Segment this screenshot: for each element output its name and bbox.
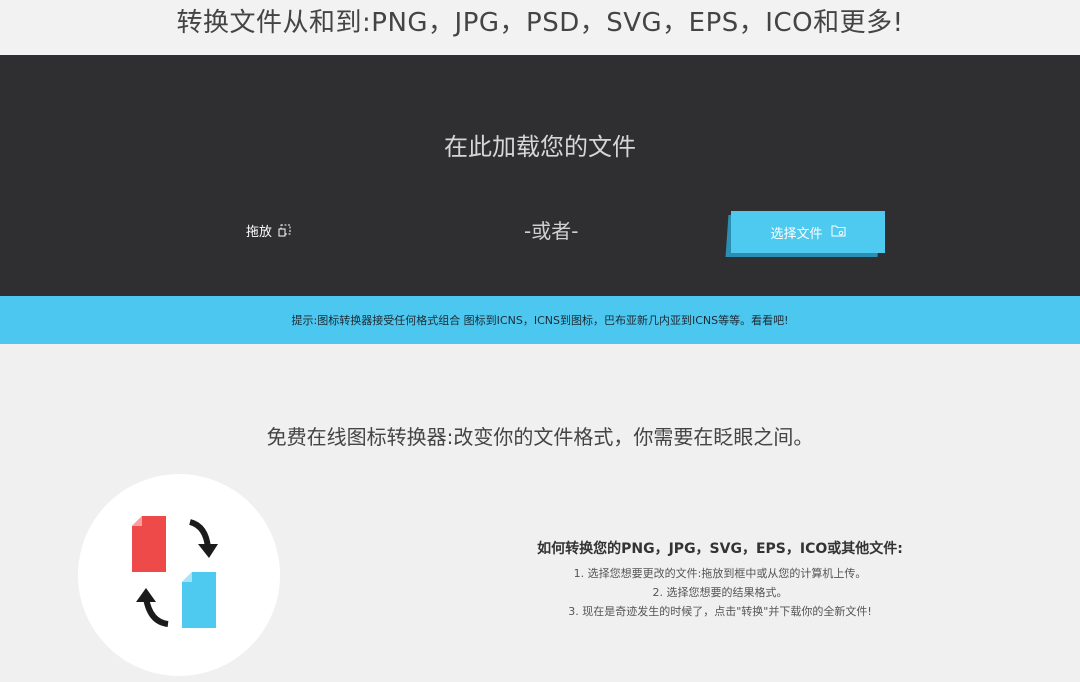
tagline: 免费在线图标转换器:改变你的文件格式，你需要在眨眼之间。 [266,425,814,449]
howto-steps: 1. 选择您想要更改的文件:拖放到框中或从您的计算机上传。 2. 选择您想要的结… [470,564,970,621]
drag-drop-icon [278,224,292,238]
howto-title: 如何转换您的PNG，JPG，SVG，EPS，ICO或其他文件: [537,541,903,557]
or-separator: -或者- [524,219,579,243]
info-section: 免费在线图标转换器:改变你的文件格式，你需要在眨眼之间。 如何转换您的PNG，J… [0,344,1080,682]
choose-file-face[interactable]: 选择文件 [731,211,885,253]
drag-drop-label: 拖放 [246,225,273,240]
tip-banner: 提示:图标转换器接受任何格式组合 图标到ICNS，ICNS到图标，巴布亚新几内亚… [0,296,1080,344]
upload-heading: 在此加载您的文件 [444,133,636,161]
page-title: 转换文件从和到:PNG，JPG，PSD，SVG，EPS，ICO和更多! [176,8,904,38]
howto-block: 如何转换您的PNG，JPG，SVG，EPS，ICO或其他文件: 1. 选择您想要… [470,538,970,621]
tip-text: 提示:图标转换器接受任何格式组合 图标到ICNS，ICNS到图标，巴布亚新几内亚… [291,314,789,327]
howto-step: 2. 选择您想要的结果格式。 [652,586,788,599]
convert-illustration [78,474,280,676]
howto-step: 1. 选择您想要更改的文件:拖放到框中或从您的计算机上传。 [573,567,867,580]
choose-file-button[interactable]: 选择文件 [725,211,885,257]
howto-step: 3. 现在是奇迹发生的时候了，点击"转换"并下载你的全新文件! [568,605,872,618]
drag-drop-zone[interactable]: 拖放 [246,221,292,240]
convert-illustration-icon [132,516,218,628]
upload-area[interactable]: 在此加载您的文件 拖放 -或者- 选择文件 [0,55,1080,296]
page-header: 转换文件从和到:PNG，JPG，PSD，SVG，EPS，ICO和更多! [0,0,1080,55]
choose-file-label: 选择文件 [770,226,823,242]
folder-icon [831,224,846,241]
